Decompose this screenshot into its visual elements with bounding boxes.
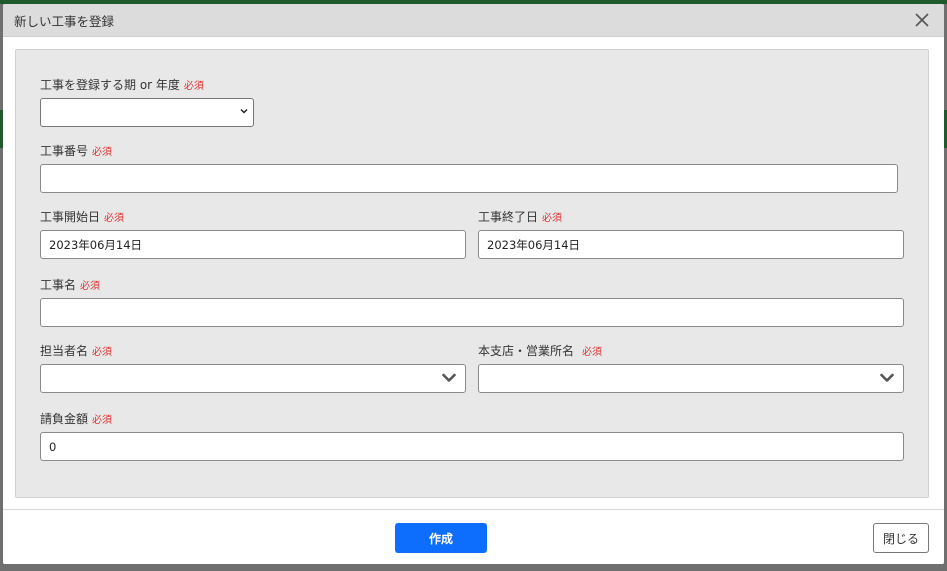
contract-amount-label-row: 請負金額 必須 (40, 410, 904, 426)
required-badge: 必須 (80, 280, 101, 292)
end-date-label: 工事終了日 (478, 209, 539, 224)
person-in-charge-label: 担当者名 (40, 343, 89, 358)
person-in-charge-group: 担当者名 必須 (40, 342, 466, 393)
close-button[interactable]: 閉じる (873, 523, 929, 553)
person-in-charge-label-row: 担当者名 必須 (40, 342, 466, 358)
start-date-label-row: 工事開始日 必須 (40, 208, 466, 224)
start-date-label: 工事開始日 (40, 209, 101, 224)
required-badge: 必須 (92, 346, 113, 358)
period-label-row: 工事を登録する期 or 年度 必須 (40, 76, 904, 92)
branch-office-label: 本支店・営業所名 (478, 343, 575, 358)
assignment-row: 担当者名 必須 本支店・営業所名 必須 (40, 342, 904, 393)
form-panel: 工事を登録する期 or 年度 必須 工事番号 必須 工事開始日 必須 2023年… (15, 49, 929, 498)
required-badge: 必須 (92, 414, 113, 426)
new-project-dialog: 新しい工事を登録 工事を登録する期 or 年度 必須 工事番号 必須 工事開始日… (3, 4, 944, 564)
dialog-footer: 作成 閉じる (3, 509, 944, 564)
start-date-input[interactable]: 2023年06月14日 (40, 230, 466, 259)
chevron-down-icon (880, 373, 894, 382)
end-date-label-row: 工事終了日 必須 (478, 208, 904, 224)
start-date-group: 工事開始日 必須 2023年06月14日 (40, 208, 466, 259)
create-button[interactable]: 作成 (395, 523, 487, 553)
contract-amount-label: 請負金額 (40, 411, 89, 426)
date-row: 工事開始日 必須 2023年06月14日 工事終了日 必須 2023年06月14… (40, 208, 904, 259)
branch-office-label-row: 本支店・営業所名 必須 (478, 342, 904, 358)
required-badge: 必須 (104, 212, 125, 224)
project-name-label: 工事名 (40, 277, 77, 292)
project-name-input[interactable] (40, 298, 904, 327)
dialog-header: 新しい工事を登録 (3, 4, 944, 37)
contract-amount-value: 0 (49, 439, 57, 454)
project-number-label-row: 工事番号 必須 (40, 142, 904, 158)
required-badge: 必須 (92, 146, 113, 158)
required-badge: 必須 (183, 80, 204, 92)
chevron-down-icon (442, 373, 456, 382)
close-icon-glyph (915, 13, 929, 27)
required-badge: 必須 (542, 212, 563, 224)
period-label: 工事を登録する期 or 年度 (40, 77, 180, 92)
end-date-group: 工事終了日 必須 2023年06月14日 (478, 208, 904, 259)
chevron-down-icon (240, 108, 248, 114)
dialog-body: 工事を登録する期 or 年度 必須 工事番号 必須 工事開始日 必須 2023年… (3, 37, 944, 507)
close-icon[interactable] (912, 10, 932, 30)
project-number-input[interactable] (40, 164, 898, 193)
project-name-label-row: 工事名 必須 (40, 276, 904, 292)
person-in-charge-select[interactable] (40, 364, 466, 393)
start-date-value: 2023年06月14日 (49, 237, 143, 252)
contract-amount-input[interactable]: 0 (40, 432, 904, 461)
period-select[interactable] (40, 98, 254, 127)
branch-office-group: 本支店・営業所名 必須 (478, 342, 904, 393)
required-badge: 必須 (582, 346, 603, 358)
dialog-title: 新しい工事を登録 (14, 13, 115, 29)
branch-office-select[interactable] (478, 364, 904, 393)
end-date-input[interactable]: 2023年06月14日 (478, 230, 904, 259)
end-date-value: 2023年06月14日 (487, 237, 581, 252)
project-number-label: 工事番号 (40, 143, 89, 158)
